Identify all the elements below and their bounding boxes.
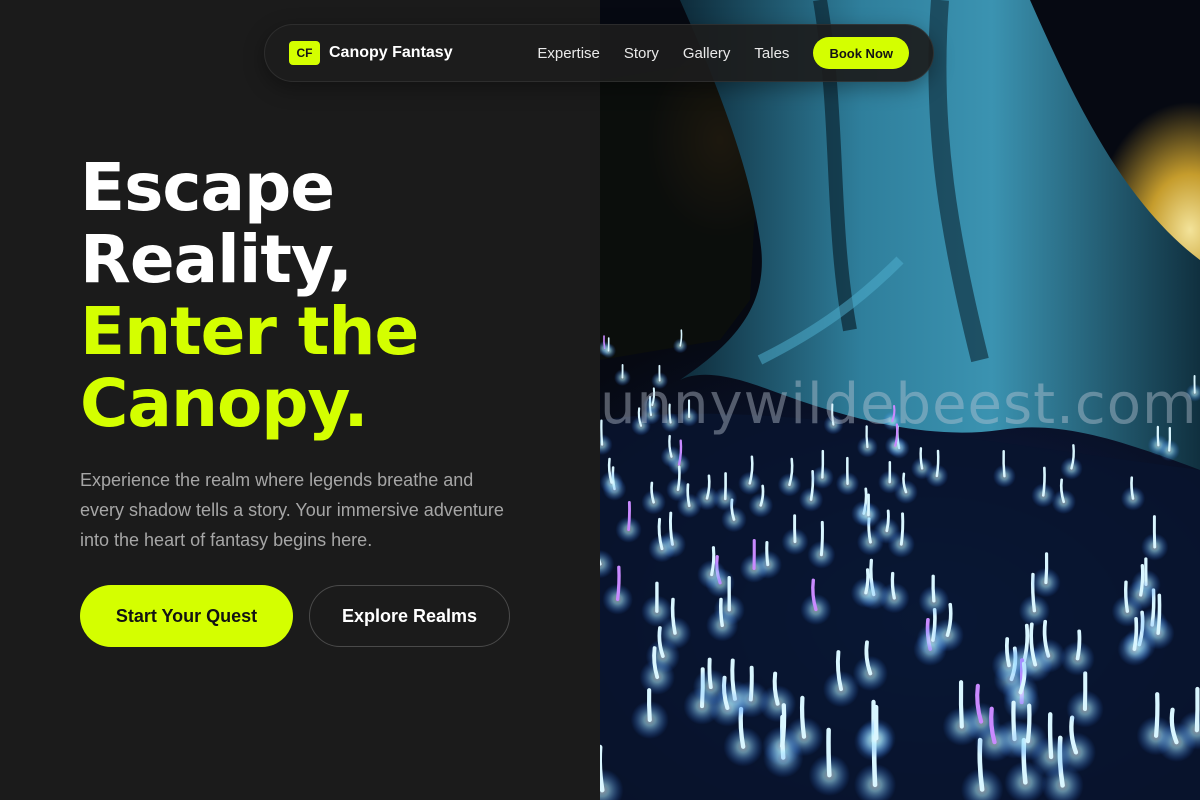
hero-headline: Escape Reality, Enter the Canopy. xyxy=(80,152,580,440)
watermark: unnywildebeest.com xyxy=(600,372,1198,437)
mushroom xyxy=(600,744,605,793)
mushroom xyxy=(719,597,724,628)
nav-links: Expertise Story Gallery Tales Book Now xyxy=(537,37,909,69)
mushroom xyxy=(799,695,807,739)
navbar: CF Canopy Fantasy Expertise Story Galler… xyxy=(264,24,934,82)
logo-mark: CF xyxy=(289,41,320,65)
book-now-button[interactable]: Book Now xyxy=(813,37,909,69)
nav-link-tales[interactable]: Tales xyxy=(754,45,789,62)
mushroom xyxy=(1004,637,1011,668)
mushroom xyxy=(646,688,652,722)
hero-image: unnywildebeest.com xyxy=(600,0,1200,800)
mushroom xyxy=(765,540,770,567)
brand[interactable]: CF Canopy Fantasy xyxy=(289,41,453,65)
mushroom xyxy=(686,483,691,508)
mushroom xyxy=(1194,686,1200,733)
explore-realms-button[interactable]: Explore Realms xyxy=(309,585,510,647)
mushroom xyxy=(821,449,825,479)
hero-subtext: Experience the realm where legends breat… xyxy=(80,470,504,550)
mushroom xyxy=(1130,476,1135,500)
mushroom xyxy=(1047,712,1054,760)
headline-line-4: Canopy. xyxy=(80,365,369,442)
brand-name: Canopy Fantasy xyxy=(329,44,453,61)
nav-link-expertise[interactable]: Expertise xyxy=(537,45,600,62)
mushroom xyxy=(1002,450,1006,478)
mushroom xyxy=(676,465,681,491)
mushroom xyxy=(1132,616,1139,651)
mushroom xyxy=(890,571,896,600)
headline-line-2: Reality, xyxy=(80,221,353,298)
mushroom xyxy=(826,727,832,778)
mushroom xyxy=(1042,466,1046,497)
mushroom xyxy=(899,512,905,546)
start-quest-button[interactable]: Start Your Quest xyxy=(80,585,293,647)
mushroom xyxy=(935,449,940,478)
mushroom xyxy=(779,703,787,749)
mushroom xyxy=(1153,692,1160,738)
mushroom xyxy=(1156,593,1162,635)
nav-link-story[interactable]: Story xyxy=(624,45,659,62)
mushroom xyxy=(819,520,824,557)
mushroom xyxy=(1044,552,1049,585)
headline-line-3: Enter the xyxy=(80,293,419,370)
mushroom xyxy=(1075,629,1082,661)
mushroom xyxy=(919,447,924,470)
mushroom xyxy=(931,574,936,603)
mushroom xyxy=(1139,563,1145,597)
mushroom xyxy=(958,680,964,729)
mushroom xyxy=(707,657,713,690)
mushroom xyxy=(1025,703,1032,744)
mushroom xyxy=(615,565,621,601)
mushroom xyxy=(627,501,631,532)
headline-line-1: Escape xyxy=(80,149,335,226)
nav-link-gallery[interactable]: Gallery xyxy=(683,45,731,62)
mushroom xyxy=(885,509,890,533)
